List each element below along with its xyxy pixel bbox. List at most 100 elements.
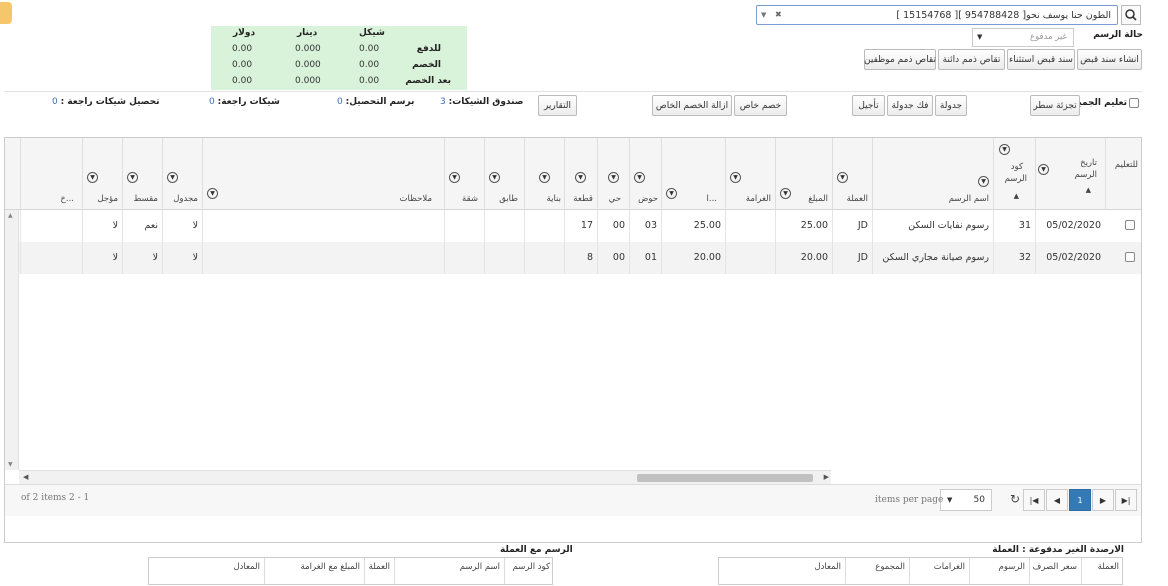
clearing-creditor-button[interactable]: تقاص ذمم دائنة <box>938 49 1005 70</box>
vertical-scrollbar[interactable]: ▲ ▼ <box>5 210 19 470</box>
header-scheduled-label: مجدول <box>173 194 198 204</box>
header-building[interactable]: بناية ▼ <box>524 138 564 210</box>
search-box[interactable]: الطون حنا يوسف نحو[ 954788428 ][ 1515476… <box>756 5 1118 25</box>
header-deferred[interactable]: ▼ مؤجل <box>82 138 122 210</box>
unschedule-button[interactable]: فك جدولة <box>887 95 933 116</box>
col-equivalent: المعادل <box>814 562 841 572</box>
header-currency-label: العملة <box>846 194 868 204</box>
cell-apartment <box>444 242 484 274</box>
filter-icon[interactable]: ▼ <box>1038 164 1049 175</box>
filter-icon[interactable]: ▼ <box>489 172 500 183</box>
header-value[interactable]: ا... ▼ <box>661 138 725 210</box>
table-row[interactable]: 05/02/2020 31 رسوم نفايات السكن JD 25.00… <box>19 210 1141 242</box>
header-more[interactable]: خ... <box>20 138 82 210</box>
mark-all-label: تعليم الجميع <box>1072 98 1127 108</box>
filter-icon[interactable]: ▼ <box>608 172 619 183</box>
header-installment[interactable]: ▼ مقسط <box>122 138 162 210</box>
header-currency[interactable]: العملة ▼ <box>832 138 872 210</box>
filter-icon[interactable]: ▼ <box>575 172 586 183</box>
header-basin[interactable]: حوض ▼ <box>629 138 661 210</box>
search-icon <box>1125 9 1137 21</box>
cell-district: 00 <box>597 242 629 274</box>
postpone-button[interactable]: تأجيل <box>852 95 885 116</box>
clearing-employees-button[interactable]: تقاص ذمم موظفين <box>864 49 936 70</box>
header-code[interactable]: ▼ كود الرسم ▲ <box>993 138 1035 210</box>
table-row[interactable]: 05/02/2020 32 رسوم صيانة مجاري السكن JD … <box>19 242 1141 274</box>
search-button[interactable] <box>1121 5 1141 25</box>
header-deferred-label: مؤجل <box>97 194 118 204</box>
scroll-left-icon[interactable]: ◀ <box>23 473 28 481</box>
next-page-button[interactable]: ▶ <box>1092 489 1114 511</box>
filter-icon[interactable]: ▼ <box>449 172 460 183</box>
filter-icon[interactable]: ▼ <box>999 144 1010 155</box>
scroll-up-icon[interactable]: ▲ <box>8 212 13 219</box>
filter-icon[interactable]: ▼ <box>978 176 989 187</box>
filter-icon[interactable]: ▼ <box>167 172 178 183</box>
header-name[interactable]: اسم الرسم ▼ <box>872 138 993 210</box>
sort-asc-icon[interactable]: ▲ <box>1086 186 1091 194</box>
row-checkbox[interactable] <box>1125 220 1135 230</box>
row-checkbox[interactable] <box>1125 252 1135 262</box>
schedule-button[interactable]: جدولة <box>935 95 967 116</box>
cell-code: 31 <box>993 210 1035 242</box>
header-notes[interactable]: ملاحظات ▼ <box>202 138 444 210</box>
mark-all-checkbox[interactable] <box>1129 98 1139 108</box>
clear-icon[interactable]: ✖ <box>775 10 782 19</box>
filter-icon[interactable]: ▼ <box>837 172 848 183</box>
remove-special-discount-button[interactable]: ازالة الخصم الخاص <box>652 95 732 116</box>
header-plot[interactable]: قطعة ▼ <box>564 138 597 210</box>
filter-icon[interactable]: ▼ <box>634 172 645 183</box>
chevron-down-icon: ▼ <box>947 496 953 504</box>
filter-icon[interactable]: ▼ <box>539 172 550 183</box>
create-receipt-button[interactable]: انشاء سند قبض <box>1077 49 1142 70</box>
status-select[interactable]: غير مدفوع ▼ <box>972 28 1074 47</box>
page-size-select[interactable]: 50 ▼ <box>940 489 992 511</box>
filter-icon[interactable]: ▼ <box>207 188 218 199</box>
filter-icon[interactable]: ▼ <box>87 172 98 183</box>
returned-checks-value: 0 <box>209 97 215 107</box>
header-district[interactable]: حي ▼ <box>597 138 629 210</box>
filter-icon[interactable]: ▼ <box>780 188 791 199</box>
summary-value: 0.000 <box>295 76 321 86</box>
header-more-label: خ... <box>60 194 74 204</box>
side-tab[interactable] <box>0 2 12 24</box>
sort-asc-icon[interactable]: ▲ <box>1014 192 1019 200</box>
special-discount-button[interactable]: خصم خاص <box>734 95 787 116</box>
chevron-down-icon[interactable]: ▼ <box>761 11 766 19</box>
summary-header-dollar: دولار <box>233 28 256 38</box>
collection-label: برسم التحصيل: <box>345 97 415 107</box>
header-basin-label: حوض <box>638 194 658 204</box>
prev-page-button[interactable]: ◀ <box>1046 489 1068 511</box>
header-apartment[interactable]: شقة ▼ <box>444 138 484 210</box>
summary-row-label: بعد الخصم <box>405 76 451 86</box>
filter-icon[interactable]: ▼ <box>127 172 138 183</box>
last-page-button[interactable]: ▶| <box>1115 489 1137 511</box>
summary-value: 0.00 <box>359 44 380 54</box>
horizontal-scrollbar[interactable]: ◀ ▶ <box>19 470 831 484</box>
checks-box-label: صندوق الشيكات: <box>448 97 524 107</box>
exclusion-receipt-button[interactable]: سند قبض استثناء <box>1007 49 1075 70</box>
scroll-down-icon[interactable]: ▼ <box>8 461 13 468</box>
scroll-right-icon[interactable]: ▶ <box>824 473 829 481</box>
summary-value: 0.000 <box>295 60 321 70</box>
filter-icon[interactable]: ▼ <box>730 172 741 183</box>
cell-amount: 20.00 <box>775 242 832 274</box>
cell-name: رسوم صيانة مجاري السكن <box>872 242 993 274</box>
header-amount[interactable]: المبلغ ▼ <box>775 138 832 210</box>
header-date[interactable]: تاريخ الرسم ▲ ▼ <box>1035 138 1105 210</box>
filter-icon[interactable]: ▼ <box>666 188 677 199</box>
header-plot-label: قطعة <box>573 194 593 204</box>
reports-button[interactable]: التقارير <box>538 95 577 116</box>
returned-checks-stat: شيكات راجعة: 0 <box>209 97 280 107</box>
header-fine[interactable]: الغرامة ▼ <box>725 138 775 210</box>
col-fees: الرسوم <box>969 558 1029 584</box>
split-row-button[interactable]: تجزئة سطر <box>1030 95 1080 116</box>
refresh-icon[interactable]: ↻ <box>1010 492 1020 506</box>
first-page-button[interactable]: |◀ <box>1023 489 1045 511</box>
scroll-thumb[interactable] <box>637 474 813 482</box>
header-floor[interactable]: طابق ▼ <box>484 138 524 210</box>
cell-building <box>524 210 564 242</box>
header-scheduled[interactable]: ▼ مجدول <box>162 138 202 210</box>
page-1-button[interactable]: 1 <box>1069 489 1091 511</box>
pager-summary: 1 - 2 of 2 items <box>21 493 90 503</box>
